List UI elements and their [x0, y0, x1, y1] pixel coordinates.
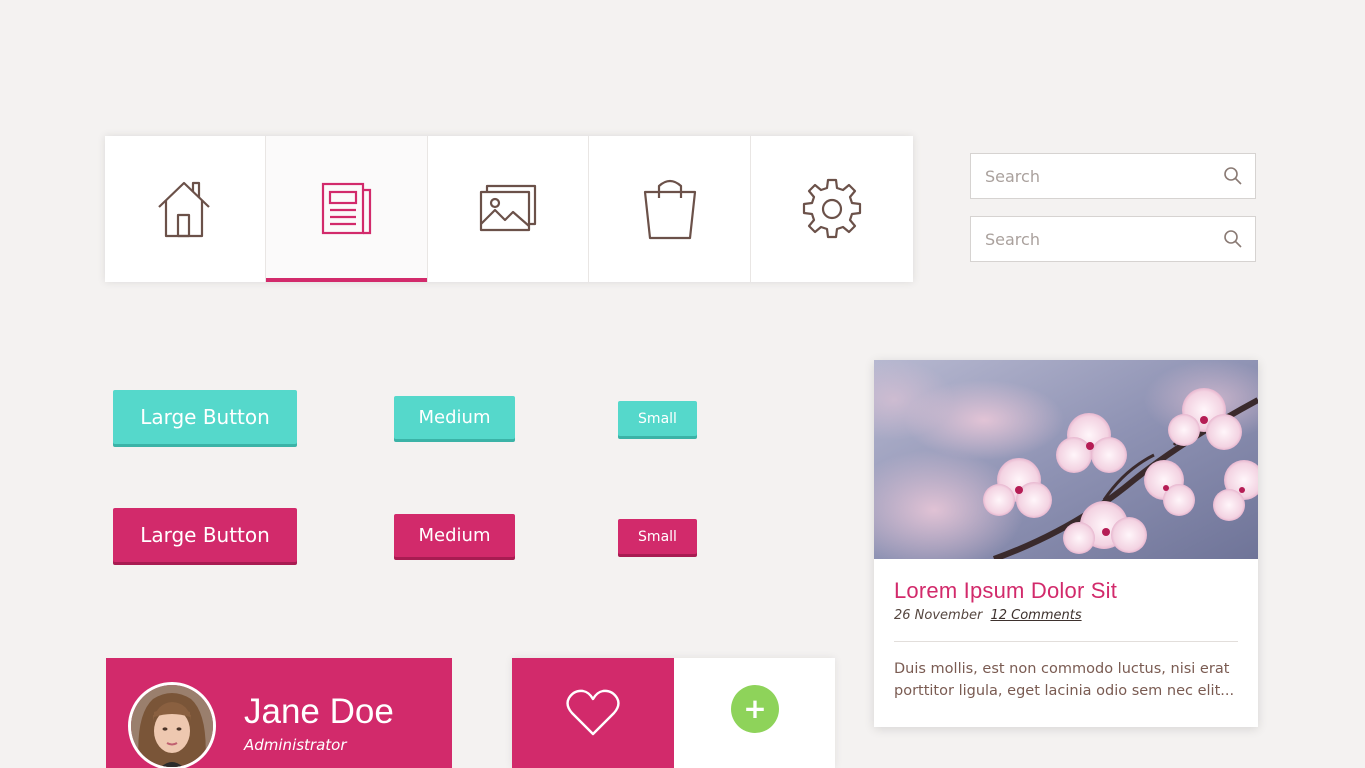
- post-excerpt: Duis mollis, est non commodo luctus, nis…: [894, 661, 1235, 699]
- post-meta: 26 November 12 Comments: [894, 608, 1238, 623]
- medium-button-pink[interactable]: Medium: [394, 514, 515, 557]
- search-input[interactable]: [971, 154, 1211, 198]
- profile-card: Jane Doe Administrator: [106, 658, 452, 768]
- image-icon: [479, 184, 537, 232]
- tab-gallery[interactable]: [428, 136, 589, 282]
- cherry-blossom-photo: [874, 360, 1258, 559]
- profile-name: Jane Doe: [244, 692, 394, 731]
- search-input[interactable]: [971, 217, 1211, 261]
- large-button-pink[interactable]: Large Button: [113, 508, 297, 562]
- tab-news[interactable]: [266, 136, 428, 282]
- like-button[interactable]: [512, 658, 674, 768]
- plus-icon: +: [743, 692, 767, 725]
- gear-icon: [802, 178, 862, 239]
- home-icon: [158, 181, 210, 238]
- post-title[interactable]: Lorem Ipsum Dolor Sit: [894, 578, 1238, 604]
- action-widget: +: [512, 658, 835, 768]
- add-button[interactable]: +: [731, 685, 779, 733]
- tab-home[interactable]: [105, 136, 266, 282]
- icon-nav-bar: [105, 136, 913, 282]
- tab-settings[interactable]: [751, 136, 913, 282]
- heart-icon: [566, 689, 620, 736]
- blog-post-card: Lorem Ipsum Dolor Sit 26 November 12 Com…: [874, 360, 1258, 727]
- medium-button-teal[interactable]: Medium: [394, 396, 515, 439]
- tab-shop[interactable]: [589, 136, 751, 282]
- card-body: Lorem Ipsum Dolor Sit 26 November 12 Com…: [874, 559, 1258, 702]
- large-button-teal[interactable]: Large Button: [113, 390, 297, 444]
- profile-role: Administrator: [244, 736, 347, 754]
- post-date: 26 November: [894, 608, 983, 623]
- search-box: [970, 216, 1256, 262]
- small-button-teal[interactable]: Small: [618, 401, 697, 436]
- comments-link[interactable]: 12 Comments: [990, 608, 1081, 623]
- divider: [894, 641, 1238, 642]
- avatar[interactable]: [128, 682, 216, 768]
- shopping-bag-icon: [643, 179, 696, 240]
- search-box: [970, 153, 1256, 199]
- small-button-pink[interactable]: Small: [618, 519, 697, 554]
- news-icon: [321, 182, 371, 235]
- search-icon[interactable]: [1211, 166, 1255, 186]
- add-panel: +: [674, 658, 835, 768]
- search-icon[interactable]: [1211, 229, 1255, 249]
